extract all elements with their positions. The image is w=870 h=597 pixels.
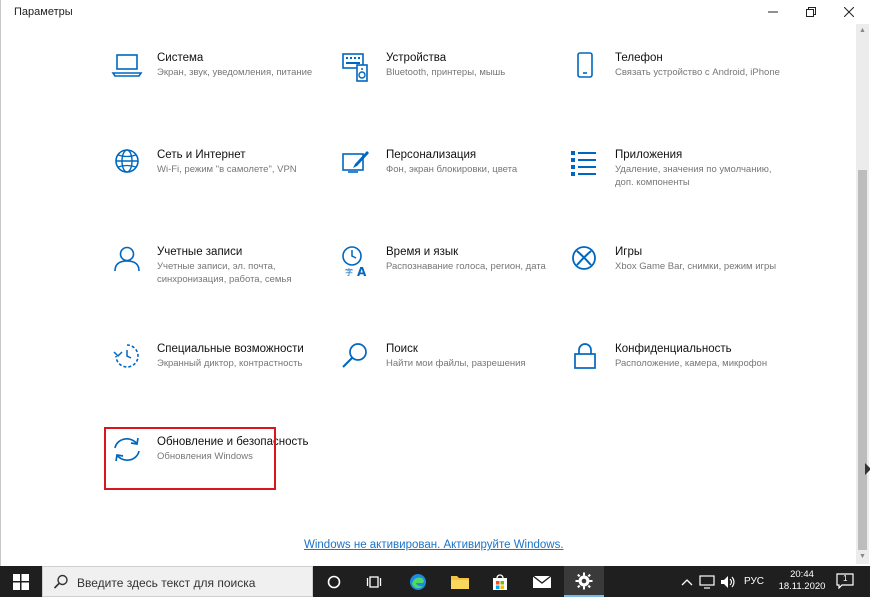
taskbar: Введите здесь текст для поиска РУС 20:44…: [0, 566, 870, 597]
scroll-up-arrow-icon[interactable]: ▲: [856, 24, 869, 38]
action-center-button[interactable]: 1: [836, 573, 854, 594]
search-icon: [53, 574, 68, 589]
tile-privacy[interactable]: Конфиденциальность Расположение, камера,…: [568, 342, 783, 422]
tile-title: Система: [157, 52, 204, 64]
tile-title: Устройства: [386, 52, 447, 64]
time-language-icon: A 字: [342, 246, 367, 279]
language-label: РУС: [744, 576, 765, 587]
edge-browser-icon: [410, 573, 426, 590]
store-button[interactable]: [480, 566, 520, 597]
tile-subtitle: Распознавание голоса, регион, дата: [386, 261, 546, 272]
edge-arrow-icon: [865, 463, 870, 475]
tile-title: Конфиденциальность: [615, 343, 732, 355]
window-title: Параметры: [14, 6, 73, 18]
taskbar-search-box[interactable]: Введите здесь текст для поиска: [42, 566, 313, 597]
tile-subtitle: Связать устройство с Android, iPhone: [615, 67, 780, 78]
task-view-icon: [366, 575, 382, 588]
mail-button[interactable]: [522, 566, 562, 597]
tile-title: Телефон: [615, 52, 663, 64]
keyboard-speaker-icon: [342, 53, 368, 82]
close-icon: [844, 7, 854, 17]
folder-icon: [451, 575, 469, 589]
scroll-thumb[interactable]: [858, 170, 867, 550]
tray-chevron-button[interactable]: [681, 566, 693, 597]
tile-title: Приложения: [615, 149, 683, 161]
tile-title: Специальные возможности: [157, 343, 304, 355]
tile-subtitle: Wi-Fi, режим "в самолете", VPN: [157, 164, 297, 175]
task-view-button[interactable]: [354, 566, 394, 597]
notification-count: 1: [843, 574, 848, 583]
title-bar: Параметры: [1, 0, 870, 24]
globe-icon: [115, 149, 139, 173]
tile-ease-of-access[interactable]: Специальные возможности Экранный диктор,…: [110, 342, 325, 422]
svg-text:字: 字: [345, 267, 353, 277]
tile-subtitle: Экран, звук, уведомления, питание: [157, 67, 313, 78]
tile-title: Сеть и Интернет: [157, 149, 246, 161]
speaker-icon: [721, 575, 735, 588]
clock-time: 20:44: [790, 569, 814, 580]
lock-icon: [574, 343, 596, 369]
svg-text:A: A: [357, 265, 367, 279]
network-monitor-icon: [699, 574, 715, 589]
search-placeholder: Введите здесь текст для поиска: [77, 576, 256, 590]
windows-logo-icon: [13, 573, 29, 590]
tile-time-language[interactable]: A 字 Время и язык Распознавание голоса, р…: [339, 245, 554, 325]
scroll-down-arrow-icon[interactable]: ▼: [856, 550, 869, 564]
phone-icon: [577, 52, 593, 78]
activate-windows-link[interactable]: Windows не активирован. Активируйте Wind…: [304, 539, 564, 551]
clock-date: 18.11.2020: [778, 581, 826, 592]
tile-subtitle: Расположение, камера, микрофон: [615, 358, 768, 369]
tile-title: Время и язык: [386, 246, 459, 258]
app-list-icon: [571, 151, 596, 176]
start-button[interactable]: [0, 566, 42, 597]
person-icon: [114, 246, 140, 272]
tile-subtitle: Экранный диктор, контрастность: [157, 358, 303, 369]
tile-subtitle: Bluetooth, принтеры, мышь: [386, 67, 506, 78]
tile-personalization[interactable]: Персонализация Фон, экран блокировки, цв…: [339, 148, 554, 228]
tile-subtitle: Учетные записи, эл. почта, синхронизация…: [157, 261, 292, 285]
tile-title: Игры: [615, 246, 643, 258]
tile-title: Учетные записи: [157, 246, 243, 258]
tile-subtitle: Удаление, значения по умолчанию, доп. ко…: [615, 164, 772, 188]
tile-network[interactable]: Сеть и Интернет Wi-Fi, режим "в самолете…: [110, 148, 325, 228]
tile-subtitle: Xbox Game Bar, снимки, режим игры: [615, 261, 777, 272]
settings-taskbar-button[interactable]: [564, 566, 604, 597]
laptop-icon: [111, 54, 143, 77]
mail-icon: [532, 574, 552, 588]
close-button[interactable]: [827, 0, 870, 24]
tile-search[interactable]: Поиск Найти мои файлы, разрешения: [339, 342, 554, 422]
highlight-box: [104, 427, 276, 490]
settings-window: Параметры Система Экран, звук, уведомлен…: [0, 0, 870, 566]
tile-system[interactable]: Система Экран, звук, уведомления, питани…: [110, 51, 325, 131]
cortana-circle-icon: [327, 575, 341, 588]
tile-phone[interactable]: Телефон Связать устройство с Android, iP…: [568, 51, 783, 131]
tile-gaming[interactable]: Игры Xbox Game Bar, снимки, режим игры: [568, 245, 783, 325]
tile-title: Поиск: [386, 343, 418, 355]
tile-devices[interactable]: Устройства Bluetooth, принтеры, мышь: [339, 51, 554, 131]
network-tray-button[interactable]: [699, 566, 715, 597]
minimize-icon: [768, 11, 778, 13]
ease-of-access-icon: [113, 344, 139, 368]
brush-icon: [342, 151, 369, 173]
scrollbar[interactable]: ▲ ▼: [856, 24, 869, 564]
language-indicator[interactable]: РУС: [744, 566, 764, 597]
restore-icon: [806, 7, 816, 17]
cortana-button[interactable]: [314, 566, 354, 597]
tile-accounts[interactable]: Учетные записи Учетные записи, эл. почта…: [110, 245, 325, 325]
search-icon: [342, 343, 367, 368]
taskbar-clock[interactable]: 20:44 18.11.2020: [776, 569, 828, 593]
chevron-up-icon: [681, 578, 693, 585]
tile-subtitle: Найти мои файлы, разрешения: [386, 358, 526, 369]
volume-tray-button[interactable]: [720, 566, 736, 597]
tile-subtitle: Фон, экран блокировки, цвета: [386, 164, 518, 175]
store-bag-icon: [493, 573, 507, 590]
tile-title: Персонализация: [386, 149, 477, 161]
gear-icon: [575, 572, 593, 589]
edge-browser-button[interactable]: [398, 566, 438, 597]
xbox-icon: [572, 246, 596, 270]
tile-apps[interactable]: Приложения Удаление, значения по умолчан…: [568, 148, 783, 228]
file-explorer-button[interactable]: [440, 566, 480, 597]
